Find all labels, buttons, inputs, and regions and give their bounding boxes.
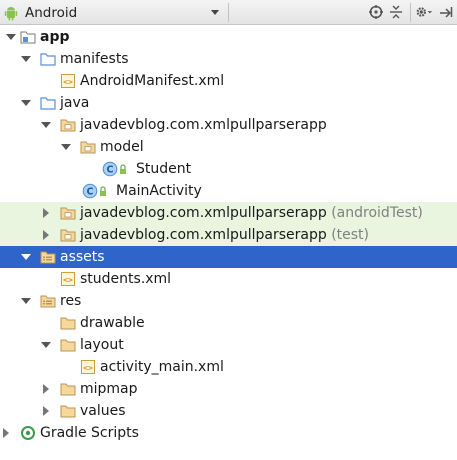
resource-folder-icon [40, 293, 56, 309]
tree-label-manifests: manifests [60, 51, 129, 67]
xml-file-icon: <> [60, 271, 76, 287]
project-toolbar: Android [0, 0, 457, 25]
tree-node-package-test[interactable]: javadevblog.com.xmlpullparserapp (test) [0, 224, 457, 246]
tree-node-assets[interactable]: assets [0, 246, 457, 268]
tree-node-android-manifest[interactable]: <> AndroidManifest.xml [0, 70, 457, 92]
package-icon [60, 205, 76, 221]
class-icon: C [82, 183, 98, 199]
expand-arrow-icon[interactable] [5, 31, 17, 43]
folder-icon [60, 337, 76, 353]
tree-label-android-manifest: AndroidManifest.xml [80, 73, 225, 89]
package-name: javadevblog.com.xmlpullparserapp [80, 227, 327, 243]
package-name: javadevblog.com.xmlpullparserapp [80, 205, 327, 221]
tree-label-package-main: javadevblog.com.xmlpullparserapp [80, 117, 327, 133]
tree-label-java: java [60, 95, 90, 111]
lock-icon [118, 161, 128, 177]
tree-label-package-android-test: javadevblog.com.xmlpullparserapp (androi… [80, 204, 423, 222]
tree-label-layout: layout [80, 337, 124, 353]
package-icon [60, 117, 76, 133]
expand-arrow-icon[interactable] [20, 53, 32, 65]
xml-file-icon: <> [80, 359, 96, 375]
collapse-arrow-icon[interactable] [40, 207, 52, 219]
folder-icon [40, 51, 56, 67]
svg-text:C: C [107, 165, 114, 176]
collapse-arrow-icon[interactable] [40, 405, 52, 417]
tree-node-java[interactable]: java [0, 92, 457, 114]
svg-text:<>: <> [63, 78, 73, 87]
expand-arrow-icon[interactable] [60, 141, 72, 153]
tree-label-model: model [100, 139, 144, 155]
source-folder-icon [40, 95, 56, 111]
tree-label-main-activity: MainActivity [116, 183, 202, 199]
tree-node-package-main[interactable]: javadevblog.com.xmlpullparserapp [0, 114, 457, 136]
collapse-arrow-icon[interactable] [40, 229, 52, 241]
source-set-suffix: (androidTest) [331, 205, 423, 221]
folder-icon [60, 403, 76, 419]
tree-label-gradle-scripts: Gradle Scripts [40, 425, 139, 441]
expand-arrow-icon[interactable] [20, 251, 32, 263]
android-icon [4, 6, 18, 20]
toolbar-separator [228, 3, 229, 22]
gear-icon[interactable] [415, 3, 433, 21]
expand-arrow-icon[interactable] [40, 339, 52, 351]
tree-node-package-android-test[interactable]: javadevblog.com.xmlpullparserapp (androi… [0, 202, 457, 224]
gradle-icon [20, 425, 36, 441]
tree-node-mipmap[interactable]: mipmap [0, 378, 457, 400]
toolbar-separator [410, 3, 411, 22]
tree-node-student[interactable]: C Student [0, 158, 457, 180]
locate-icon[interactable] [367, 3, 385, 21]
resource-folder-icon [40, 249, 56, 265]
collapse-all-icon[interactable] [387, 3, 405, 21]
module-folder-icon [20, 29, 36, 45]
tree-label-students-xml: students.xml [80, 271, 172, 287]
svg-text:<>: <> [63, 276, 73, 285]
lock-icon [98, 183, 108, 199]
tree-label-drawable: drawable [80, 315, 145, 331]
tree-label-activity-main: activity_main.xml [100, 359, 224, 375]
tree-label-student: Student [136, 161, 192, 177]
tree-label-assets: assets [60, 249, 105, 265]
expand-arrow-icon[interactable] [20, 295, 32, 307]
tree-node-activity-main[interactable]: <> activity_main.xml [0, 356, 457, 378]
svg-text:C: C [87, 187, 94, 198]
svg-text:<>: <> [83, 364, 93, 373]
package-icon [60, 227, 76, 243]
collapse-arrow-icon[interactable] [0, 427, 12, 439]
tree-node-model[interactable]: model [0, 136, 457, 158]
hide-icon[interactable] [437, 3, 455, 21]
tree-node-app[interactable]: app [0, 26, 457, 48]
xml-file-icon: <> [60, 73, 76, 89]
folder-icon [60, 315, 76, 331]
source-set-suffix: (test) [331, 227, 370, 243]
tree-node-manifests[interactable]: manifests [0, 48, 457, 70]
tree-node-main-activity[interactable]: C MainActivity [0, 180, 457, 202]
tree-node-res[interactable]: res [0, 290, 457, 312]
tree-node-students-xml[interactable]: <> students.xml [0, 268, 457, 290]
package-icon [80, 139, 96, 155]
tree-node-layout[interactable]: layout [0, 334, 457, 356]
collapse-arrow-icon[interactable] [40, 383, 52, 395]
tree-node-values[interactable]: values [0, 400, 457, 422]
tree-node-gradle-scripts[interactable]: Gradle Scripts [0, 422, 457, 444]
expand-arrow-icon[interactable] [40, 119, 52, 131]
project-view-title: Android [25, 4, 78, 21]
expand-arrow-icon[interactable] [20, 97, 32, 109]
tree-label-app: app [40, 29, 70, 45]
tree-label-res: res [60, 293, 82, 309]
dropdown-caret-icon[interactable] [211, 10, 219, 15]
tree-label-package-test: javadevblog.com.xmlpullparserapp (test) [80, 226, 369, 244]
tree-label-values: values [80, 403, 126, 419]
class-icon: C [102, 161, 118, 177]
tree-label-mipmap: mipmap [80, 381, 138, 397]
tree-node-drawable[interactable]: drawable [0, 312, 457, 334]
folder-icon [60, 381, 76, 397]
project-view-selector[interactable]: Android [3, 2, 225, 23]
